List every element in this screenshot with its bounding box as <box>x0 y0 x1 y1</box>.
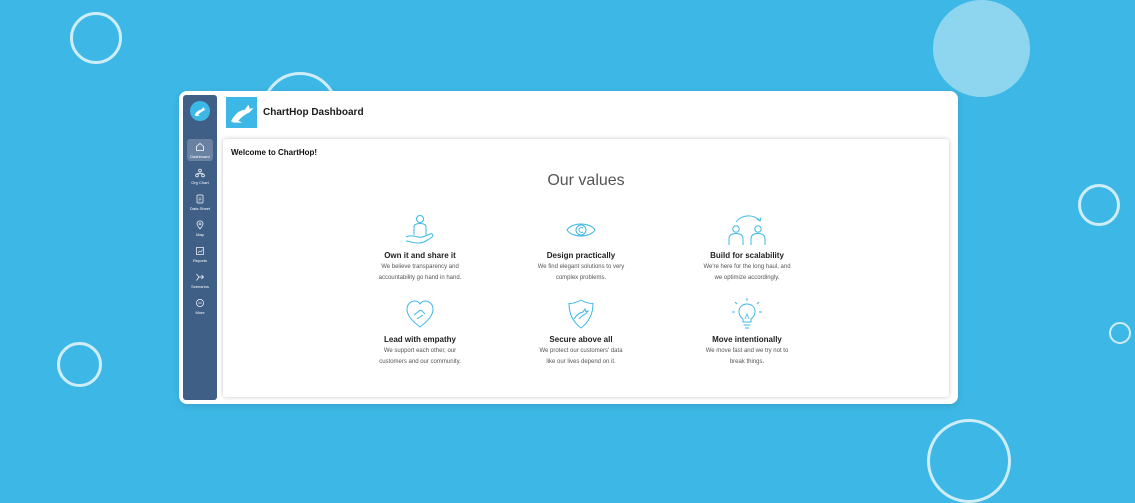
sidebar-item-label: Map <box>196 232 204 237</box>
more-icon <box>196 299 204 307</box>
scenario-icon <box>196 273 204 281</box>
document-icon <box>196 194 204 204</box>
value-description-line: We believe transparency and <box>381 264 459 270</box>
org-chart-icon <box>195 168 205 178</box>
decorative-ring <box>1109 322 1131 344</box>
value-title: Lead with empathy <box>383 335 456 344</box>
value-title: Build for scalability <box>710 251 784 260</box>
sidebar-item-scenarios[interactable]: Scenarios <box>187 269 213 291</box>
value-description: We find elegant solutions to very comple… <box>521 262 641 284</box>
rabbit-logo-icon <box>226 97 257 128</box>
decorative-ring <box>70 12 122 64</box>
decorative-ring <box>927 419 1011 503</box>
heart-hand-icon <box>406 300 434 328</box>
values-heading: Our values <box>547 172 625 189</box>
welcome-heading: Welcome to ChartHop! <box>231 148 318 157</box>
value-description-line: we optimize accordingly. <box>714 275 780 281</box>
value-description: We move fast and we try not to break thi… <box>687 346 807 368</box>
logo-icon[interactable] <box>190 101 210 121</box>
value-description-line: like our lives depend on it. <box>546 359 616 365</box>
welcome-card: Welcome to ChartHop! Our values Own it a… <box>223 139 949 397</box>
sidebar-item-dashboard[interactable]: Dashboard <box>187 139 213 161</box>
value-description-line: customers and our community. <box>379 359 461 365</box>
people-cycle-icon <box>728 215 766 245</box>
value-description: We support each other, our customers and… <box>360 346 480 368</box>
value-description: We believe transparency and accountabili… <box>360 262 480 284</box>
value-title: Own it and share it <box>384 251 456 260</box>
sidebar-item-label: Dashboard <box>190 154 210 159</box>
home-icon <box>196 142 204 151</box>
app-title: ChartHop Dashboard <box>263 107 364 118</box>
sidebar-item-org-chart[interactable]: Org Chart <box>187 165 213 187</box>
sidebar: Dashboard Org Chart Data Sheet Map Repor… <box>183 95 217 400</box>
value-title: Move intentionally <box>712 335 782 344</box>
sidebar-item-data-sheet[interactable]: Data Sheet <box>187 191 213 213</box>
sidebar-item-label: Scenarios <box>191 284 209 289</box>
value-item-build-for-scalability: Build for scalability We're here for the… <box>687 213 807 284</box>
app-window: Dashboard Org Chart Data Sheet Map Repor… <box>179 91 958 404</box>
value-item-move-intentionally: Move intentionally We move fast and we t… <box>687 297 807 368</box>
app-header: ChartHop Dashboard <box>223 95 954 131</box>
value-description-line: We move fast and we try not to <box>705 348 789 354</box>
value-description: We protect our customers' data like our … <box>521 346 641 368</box>
sidebar-nav: Dashboard Org Chart Data Sheet Map Repor… <box>183 139 217 321</box>
value-title: Design practically <box>546 251 616 260</box>
value-item-lead-with-empathy: Lead with empathy We support each other,… <box>360 297 480 368</box>
value-description-line: We support each other, our <box>383 348 457 354</box>
sidebar-item-label: Reports <box>192 258 207 263</box>
lightbulb-icon <box>732 298 762 329</box>
value-description-line: complex problems. <box>555 275 607 281</box>
sidebar-item-label: Data Sheet <box>189 206 210 211</box>
sidebar-item-reports[interactable]: Reports <box>187 243 213 265</box>
sidebar-item-label: More <box>195 310 205 315</box>
decorative-ring <box>1078 184 1120 226</box>
value-description-line: break things. <box>729 359 765 365</box>
value-title: Secure above all <box>549 335 613 344</box>
value-description-line: We find elegant solutions to very <box>537 264 625 270</box>
eye-icon <box>566 223 596 237</box>
sidebar-item-more[interactable]: More <box>187 295 213 317</box>
value-description-line: We protect our customers' data <box>539 348 623 354</box>
value-description: We're here for the long haul, and we opt… <box>687 262 807 284</box>
sidebar-item-label: Org Chart <box>191 180 209 185</box>
decorative-ring <box>57 342 102 387</box>
value-description-line: accountability go hand in hand. <box>378 275 462 281</box>
value-item-own-it: Own it and share it We believe transpare… <box>360 213 480 284</box>
hand-person-icon <box>405 215 434 244</box>
value-description-line: We're here for the long haul, and <box>703 264 791 270</box>
map-pin-icon <box>196 220 204 230</box>
sidebar-item-map[interactable]: Map <box>187 217 213 239</box>
chart-icon <box>196 247 204 255</box>
value-item-design-practically: Design practically We find elegant solut… <box>521 213 641 284</box>
decorative-circle <box>933 0 1030 97</box>
value-item-secure-above-all: Secure above all We protect our customer… <box>521 297 641 368</box>
shield-icon <box>568 299 594 329</box>
